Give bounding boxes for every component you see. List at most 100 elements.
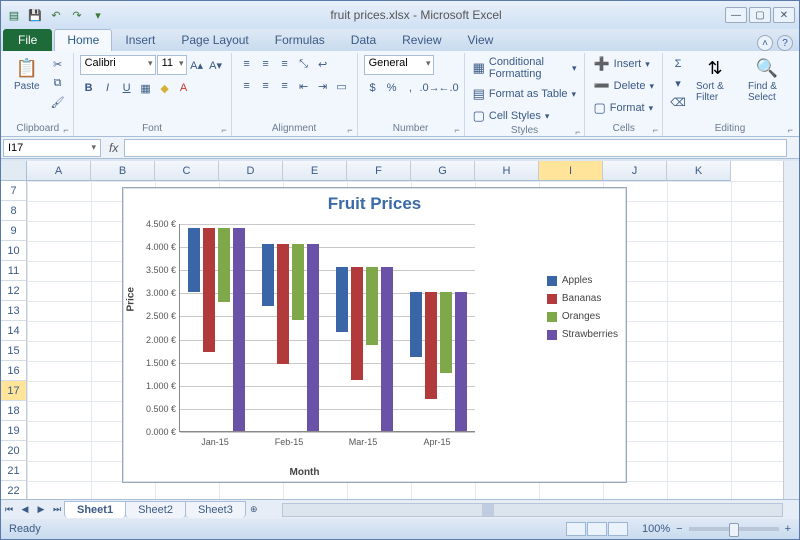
increase-indent-icon[interactable]: ⇥ — [314, 77, 332, 95]
align-center-icon[interactable]: ≡ — [257, 77, 275, 95]
vertical-scrollbar[interactable] — [783, 161, 799, 499]
row-header-20[interactable]: 20 — [1, 441, 26, 461]
merge-center-icon[interactable]: ▭ — [333, 77, 351, 95]
sheet-nav-prev[interactable]: ◀ — [17, 502, 33, 518]
fx-icon[interactable]: fx — [109, 141, 118, 155]
row-header-12[interactable]: 12 — [1, 281, 26, 301]
cut-button[interactable]: ✂ — [49, 55, 67, 73]
minimize-button[interactable]: — — [725, 7, 747, 23]
insert-cells-button[interactable]: ➕Insert▾ — [591, 55, 651, 73]
font-color-button[interactable]: A — [175, 79, 193, 97]
sheet-nav-first[interactable]: ⏮ — [1, 502, 17, 518]
percent-format-icon[interactable]: % — [383, 79, 401, 97]
col-header-J[interactable]: J — [603, 161, 667, 180]
row-header-17[interactable]: 17 — [1, 381, 26, 401]
name-box[interactable]: I17 — [3, 139, 101, 157]
sheet-nav-next[interactable]: ▶ — [33, 502, 49, 518]
increase-font-icon[interactable]: A▴ — [188, 56, 206, 74]
sheet-tab-sheet1[interactable]: Sheet1 — [64, 501, 126, 518]
tab-review[interactable]: Review — [389, 29, 454, 51]
tab-data[interactable]: Data — [338, 29, 389, 51]
restore-button[interactable]: ▢ — [749, 7, 771, 23]
tab-insert[interactable]: Insert — [112, 29, 168, 51]
find-select-button[interactable]: 🔍 Find & Select — [743, 55, 791, 106]
orientation-icon[interactable]: ⤡ — [295, 55, 313, 73]
select-all-corner[interactable] — [1, 161, 27, 181]
minimize-ribbon-icon[interactable]: ˄ — [757, 35, 773, 51]
horizontal-scrollbar[interactable] — [282, 503, 783, 517]
bold-button[interactable]: B — [80, 79, 98, 97]
paste-button[interactable]: 📋 Paste — [9, 55, 45, 95]
row-header-10[interactable]: 10 — [1, 241, 26, 261]
align-middle-icon[interactable]: ≡ — [257, 55, 275, 73]
help-icon[interactable]: ? — [777, 35, 793, 51]
border-button[interactable]: ▦ — [137, 79, 155, 97]
row-header-7[interactable]: 7 — [1, 181, 26, 201]
col-header-B[interactable]: B — [91, 161, 155, 180]
col-header-I[interactable]: I — [539, 161, 603, 180]
save-button[interactable]: 💾 — [26, 6, 44, 24]
fill-icon[interactable]: ▾ — [669, 74, 687, 92]
col-header-G[interactable]: G — [411, 161, 475, 180]
sort-filter-button[interactable]: ⇅ Sort & Filter — [691, 55, 739, 106]
delete-cells-button[interactable]: ➖Delete▾ — [591, 77, 656, 95]
row-header-13[interactable]: 13 — [1, 301, 26, 321]
format-painter-button[interactable]: 🖌 — [49, 93, 67, 111]
decrease-indent-icon[interactable]: ⇤ — [295, 77, 313, 95]
row-header-14[interactable]: 14 — [1, 321, 26, 341]
col-header-E[interactable]: E — [283, 161, 347, 180]
tab-formulas[interactable]: Formulas — [262, 29, 338, 51]
format-as-table-button[interactable]: ▤Format as Table▾ — [471, 85, 579, 103]
col-header-K[interactable]: K — [667, 161, 731, 180]
zoom-out-button[interactable]: − — [676, 523, 682, 535]
tab-page-layout[interactable]: Page Layout — [168, 29, 261, 51]
font-name-combo[interactable]: Calibri — [80, 55, 156, 75]
increase-decimal-icon[interactable]: .0→ — [421, 79, 439, 97]
row-header-19[interactable]: 19 — [1, 421, 26, 441]
align-left-icon[interactable]: ≡ — [238, 77, 256, 95]
undo-button[interactable]: ↶ — [47, 6, 65, 24]
col-header-F[interactable]: F — [347, 161, 411, 180]
wrap-text-icon[interactable]: ↩ — [314, 55, 332, 73]
italic-button[interactable]: I — [99, 79, 117, 97]
zoom-in-button[interactable]: + — [785, 523, 791, 535]
sheet-tab-sheet2[interactable]: Sheet2 — [125, 501, 186, 518]
decrease-font-icon[interactable]: A▾ — [207, 56, 225, 74]
format-cells-button[interactable]: ▢Format▾ — [591, 99, 655, 117]
number-format-combo[interactable]: General — [364, 55, 434, 75]
clear-icon[interactable]: ⌫ — [669, 93, 687, 111]
formula-bar[interactable] — [124, 139, 787, 157]
col-header-D[interactable]: D — [219, 161, 283, 180]
row-header-16[interactable]: 16 — [1, 361, 26, 381]
sheet-tab-sheet3[interactable]: Sheet3 — [185, 501, 246, 518]
new-sheet-button[interactable]: ⊕ — [246, 502, 262, 518]
font-size-combo[interactable]: 11 — [157, 55, 187, 75]
fill-color-button[interactable]: ◆ — [156, 79, 174, 97]
comma-format-icon[interactable]: , — [402, 79, 420, 97]
normal-view-button[interactable] — [566, 522, 586, 536]
align-top-icon[interactable]: ≡ — [238, 55, 256, 73]
embedded-chart[interactable]: Fruit Prices Price 0.000 €0.500 €1.000 €… — [122, 187, 627, 483]
sheet-nav-last[interactable]: ⏭ — [49, 502, 65, 518]
qat-customize-icon[interactable]: ▾ — [89, 6, 107, 24]
col-header-C[interactable]: C — [155, 161, 219, 180]
align-right-icon[interactable]: ≡ — [276, 77, 294, 95]
row-header-22[interactable]: 22 — [1, 481, 26, 501]
conditional-formatting-button[interactable]: ▦Conditional Formatting▾ — [471, 55, 579, 81]
page-layout-view-button[interactable] — [587, 522, 607, 536]
autosum-icon[interactable]: Σ — [669, 55, 687, 73]
row-header-9[interactable]: 9 — [1, 221, 26, 241]
col-header-A[interactable]: A — [27, 161, 91, 180]
row-header-11[interactable]: 11 — [1, 261, 26, 281]
tab-file[interactable]: File — [3, 29, 52, 51]
close-button[interactable]: ✕ — [773, 7, 795, 23]
cell-styles-button[interactable]: ▢Cell Styles▾ — [471, 107, 552, 125]
page-break-view-button[interactable] — [608, 522, 628, 536]
align-bottom-icon[interactable]: ≡ — [276, 55, 294, 73]
accounting-format-icon[interactable]: $ — [364, 79, 382, 97]
redo-button[interactable]: ↷ — [68, 6, 86, 24]
row-header-15[interactable]: 15 — [1, 341, 26, 361]
tab-home[interactable]: Home — [54, 29, 112, 51]
decrease-decimal-icon[interactable]: ←.0 — [440, 79, 458, 97]
row-header-8[interactable]: 8 — [1, 201, 26, 221]
